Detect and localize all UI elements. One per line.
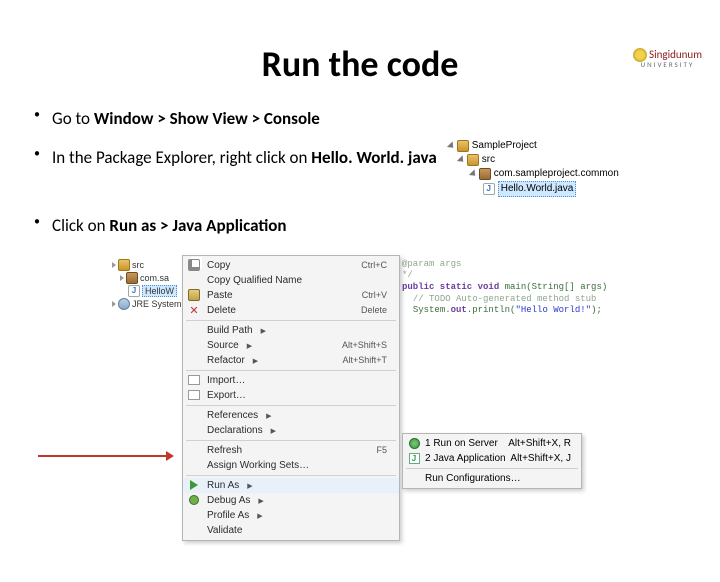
run-as-submenu: 1 Run on ServerAlt+Shift+X, R J2 Java Ap… [402, 433, 582, 489]
menu-delete[interactable]: ✕DeleteDelete [183, 303, 399, 318]
chevron-icon [120, 275, 124, 281]
menu-declarations[interactable]: Declarations [183, 423, 399, 438]
menu-references[interactable]: References [183, 408, 399, 423]
separator [186, 370, 396, 371]
selected-file[interactable]: Hello.World.java [498, 181, 577, 197]
menu-assign-working-sets[interactable]: Assign Working Sets… [183, 458, 399, 473]
project-icon [457, 140, 469, 152]
folder-icon [467, 154, 479, 166]
code-editor: @param args */ public static void main(S… [402, 259, 607, 317]
menu-validate[interactable]: Validate [183, 523, 399, 538]
submenu-run-on-server[interactable]: 1 Run on ServerAlt+Shift+X, R [403, 436, 581, 451]
run-icon [190, 480, 198, 490]
java-file-icon [128, 285, 140, 297]
menu-copy-qualified[interactable]: Copy Qualified Name [183, 273, 399, 288]
university-logo: Singidunum UNIVERSITY [633, 48, 702, 69]
menu-copy[interactable]: CopyCtrl+C [183, 258, 399, 273]
server-icon [409, 438, 420, 449]
separator [186, 440, 396, 441]
delete-icon: ✕ [189, 304, 198, 317]
menu-source[interactable]: SourceAlt+Shift+S [183, 338, 399, 353]
slide-title: Run the code [0, 42, 720, 86]
bullet-right-click: In the Package Explorer, right click on … [30, 147, 720, 197]
instruction-list: Go to Window > Show View > Console In th… [30, 108, 720, 237]
copy-icon [188, 259, 200, 271]
pointer-arrow [38, 455, 166, 457]
chevron-icon [112, 262, 116, 268]
menu-export[interactable]: Export… [183, 388, 399, 403]
menu-debug-as[interactable]: Debug As [183, 493, 399, 508]
library-icon [118, 298, 130, 310]
chevron-icon [112, 301, 116, 307]
package-icon [479, 168, 491, 180]
menu-import[interactable]: Import… [183, 373, 399, 388]
debug-icon [189, 495, 199, 505]
import-icon [188, 375, 200, 385]
export-icon [188, 390, 200, 400]
menu-profile-as[interactable]: Profile As [183, 508, 399, 523]
folder-icon [118, 259, 130, 271]
tree-expand-icon [469, 170, 478, 179]
separator [186, 405, 396, 406]
java-run-icon: J [409, 453, 420, 464]
bullet-run-as: Click on Run as > Java Application [30, 215, 720, 236]
menu-run-as[interactable]: Run As [183, 478, 399, 493]
package-explorer-tree: SampleProject src com.sampleproject.comm… [449, 139, 619, 197]
menu-refresh[interactable]: RefreshF5 [183, 443, 399, 458]
submenu-run-configurations[interactable]: Run Configurations… [403, 471, 581, 486]
java-file-icon [483, 183, 495, 195]
paste-icon [188, 289, 200, 301]
separator [186, 320, 396, 321]
logo-subtitle: UNIVERSITY [633, 60, 702, 69]
separator [406, 468, 578, 469]
logo-name: Singidunum [649, 48, 702, 61]
bullet-console: Go to Window > Show View > Console [30, 108, 720, 129]
submenu-java-application[interactable]: J2 Java ApplicationAlt+Shift+X, J [403, 451, 581, 466]
tree-expand-icon [447, 142, 456, 151]
context-menu: CopyCtrl+C Copy Qualified Name PasteCtrl… [182, 255, 400, 541]
menu-build-path[interactable]: Build Path [183, 323, 399, 338]
tree-expand-icon [457, 156, 466, 165]
menu-refactor[interactable]: RefactorAlt+Shift+T [183, 353, 399, 368]
menu-paste[interactable]: PasteCtrl+V [183, 288, 399, 303]
eclipse-screenshot: src com.sa HelloW JRE System Lib @param … [140, 255, 600, 505]
package-icon [126, 272, 138, 284]
separator [186, 475, 396, 476]
